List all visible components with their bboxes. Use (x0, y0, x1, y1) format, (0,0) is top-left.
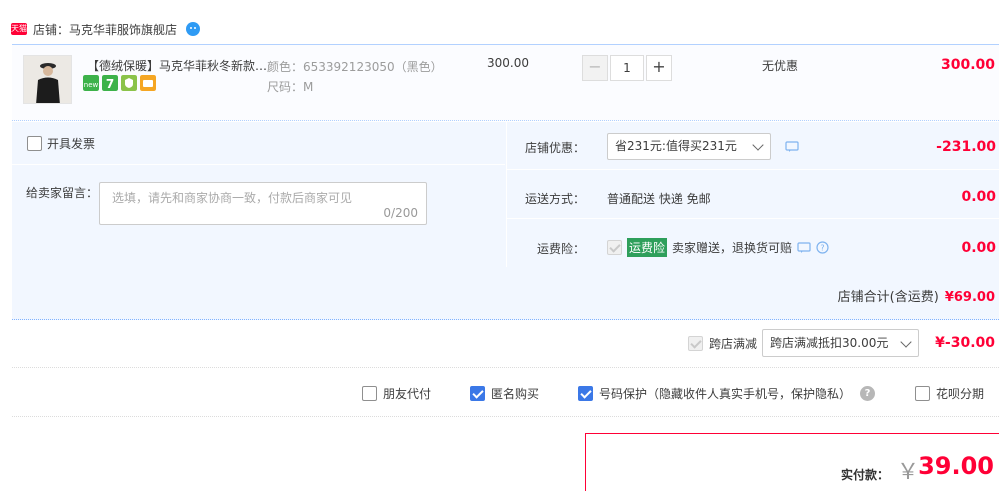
shipping-method: 普通配送 快递 免邮 (607, 192, 711, 206)
product-title[interactable]: 【德绒保暖】马克华菲秋冬新款… (87, 57, 267, 74)
quantity-input[interactable]: 1 (610, 55, 644, 81)
card-icon (140, 75, 156, 91)
payment-currency: ￥ (896, 460, 919, 485)
sku-size: 尺码：M (267, 80, 314, 94)
freight-insurance-text: 卖家赠送，退换货可赔 (672, 241, 793, 255)
freight-insurance-label: 运费险： (536, 242, 585, 256)
sku-info: 颜色：653392123050（黑色） 尺码：M (267, 57, 443, 97)
chevron-down-icon (752, 139, 764, 151)
item-subtotal: 300.00 (940, 57, 995, 73)
payment-label: 实付款： (840, 468, 889, 482)
shop-header: 天猫 店铺：马克华菲服饰旗舰店 (11, 18, 201, 40)
shop-total-amount: ¥69.00 (944, 290, 995, 305)
cross-shop-row: 跨店满减 跨店满减抵扣30.00元 ¥-30.00 (12, 320, 999, 368)
invoice-checkbox[interactable] (27, 136, 42, 151)
svg-text:new: new (84, 81, 99, 89)
huabei-label: 花呗分期 (936, 387, 985, 401)
invoice-row: 开具发票 (12, 122, 505, 165)
payment-amount: 39.00 (918, 452, 994, 480)
service-icons: new 7 (83, 75, 156, 91)
freight-insurance-value: 0.00 (961, 240, 996, 256)
shop-discount-row: 店铺优惠： 省231元:值得买231元 -231.00 (507, 122, 999, 170)
right-column: 店铺优惠： 省231元:值得买231元 -231.00 运送方式： 普通配送 快… (506, 122, 999, 267)
anonymous-checkbox[interactable] (470, 386, 485, 401)
item-discount: 无优惠 (762, 59, 799, 73)
payment-options-row: 朋友代付 匿名购买 号码保护（隐藏收件人真实手机号，保护隐私） ? 花呗分期 (12, 369, 999, 417)
order-item-row: 【德绒保暖】马克华菲秋冬新款… new 7 颜色：653392123050（黑色… (12, 44, 999, 121)
decrease-button[interactable]: − (582, 55, 608, 81)
huabei-checkbox[interactable] (915, 386, 930, 401)
shop-total: 店铺合计(含运费) ¥69.00 (838, 286, 995, 305)
cross-shop-checkbox (688, 336, 703, 351)
huabei-option[interactable]: 花呗分期 (915, 385, 984, 402)
quantity-stepper: − 1 + (582, 55, 672, 81)
message-placeholder: 选填，请先和商家协商一致，付款后商家可见 (112, 191, 353, 205)
freight-insurance-option: 运费险 卖家赠送，退换货可赔 ? (607, 238, 829, 257)
cross-shop-option: 跨店满减 (688, 335, 757, 352)
freight-insurance-checkbox (607, 240, 622, 255)
cross-shop-select[interactable]: 跨店满减抵扣30.00元 (762, 329, 919, 357)
help-icon[interactable]: ? (860, 386, 875, 401)
order-info-block: 开具发票 给卖家留言： 选填，请先和商家协商一致，付款后商家可见 0/200 店… (12, 122, 999, 320)
number-protect-label: 号码保护（隐藏收件人真实手机号，保护隐私） (599, 387, 852, 401)
shop-discount-value: -231.00 (936, 139, 996, 155)
chevron-down-icon (900, 336, 912, 348)
help-icon[interactable]: ? (816, 241, 829, 254)
friend-pay-label: 朋友代付 (383, 387, 432, 401)
chat-bubble-icon[interactable] (785, 141, 799, 153)
shop-discount-label: 店铺优惠： (524, 141, 585, 155)
wangwang-chat-icon[interactable] (185, 21, 201, 37)
seven-days-icon: 7 (102, 75, 118, 91)
guarantee-icon (121, 75, 137, 91)
anonymous-label: 匿名购买 (491, 387, 540, 401)
new-icon: new (83, 75, 99, 91)
friend-pay-checkbox[interactable] (362, 386, 377, 401)
freight-insurance-row: 运费险： 运费险 卖家赠送，退换货可赔 ? 0.00 (507, 220, 999, 268)
left-column: 开具发票 给卖家留言： 选填，请先和商家协商一致，付款后商家可见 0/200 (12, 122, 505, 267)
chat-bubble-icon[interactable] (797, 241, 811, 254)
unit-price: 300.00 (487, 56, 529, 70)
freight-insurance-tag: 运费险 (627, 238, 668, 257)
number-protect-checkbox[interactable] (578, 386, 593, 401)
sku-color: 颜色：653392123050（黑色） (267, 60, 443, 74)
shipping-value: 0.00 (961, 189, 996, 205)
message-label: 给卖家留言： (26, 186, 99, 200)
shop-discount-selected: 省231元:值得买231元 (615, 139, 737, 153)
shop-total-label: 店铺合计(含运费) (837, 290, 939, 305)
anonymous-option[interactable]: 匿名购买 (470, 385, 539, 402)
message-input[interactable]: 选填，请先和商家协商一致，付款后商家可见 0/200 (99, 182, 427, 225)
shop-discount-select[interactable]: 省231元:值得买231元 (607, 133, 771, 160)
cross-shop-label: 跨店满减 (709, 337, 758, 351)
increase-button[interactable]: + (646, 55, 672, 81)
shop-name[interactable]: 店铺：马克华菲服饰旗舰店 (33, 21, 177, 38)
number-protect-option[interactable]: 号码保护（隐藏收件人真实手机号，保护隐私） (578, 385, 851, 402)
message-counter: 0/200 (383, 206, 418, 220)
friend-pay-option[interactable]: 朋友代付 (362, 385, 431, 402)
shipping-label: 运送方式： (524, 192, 585, 206)
payment-summary: 实付款： ￥ 39.00 (585, 433, 999, 491)
cross-shop-selected: 跨店满减抵扣30.00元 (770, 336, 889, 350)
cross-shop-value: ¥-30.00 (935, 335, 995, 351)
invoice-option[interactable]: 开具发票 (27, 135, 95, 152)
product-thumbnail[interactable] (23, 55, 72, 104)
invoice-label: 开具发票 (47, 137, 96, 151)
shipping-row: 运送方式： 普通配送 快递 免邮 0.00 (507, 171, 999, 219)
svg-text:?: ? (820, 244, 824, 253)
svg-text:7: 7 (106, 77, 114, 91)
tmall-icon: 天猫 (11, 23, 27, 35)
